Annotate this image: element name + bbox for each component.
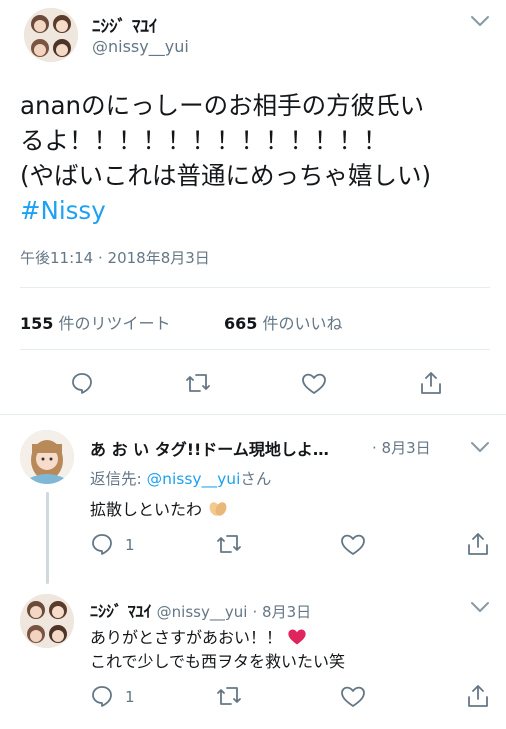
hashtag-link[interactable]: #Nissy bbox=[20, 193, 500, 228]
tweet-text-line: (やばいこれは普通にめっちゃ嬉しい) bbox=[20, 161, 432, 190]
tweet-text-line: るよ！！！！！！！！！！！！！ bbox=[20, 126, 388, 155]
share-icon[interactable] bbox=[466, 683, 490, 709]
like-icon[interactable] bbox=[340, 685, 366, 709]
reply-to-prefix: 返信先: bbox=[90, 470, 147, 488]
tweet-text: ananのにっしーのお相手の方彼氏い るよ！！！！！！！！！！！！！ (やばいこ… bbox=[20, 88, 500, 228]
divider bbox=[20, 287, 490, 288]
likes-stat[interactable]: 665 件のいいね bbox=[224, 310, 343, 334]
retweets-label: 件のリツイート bbox=[58, 314, 171, 333]
reply-icon[interactable] bbox=[90, 532, 114, 556]
retweet-icon[interactable] bbox=[184, 371, 212, 395]
reply-header: ﾆｼｼﾞ ﾏﾕｲ @nissy__yui · 8月3日 bbox=[90, 598, 311, 622]
reply-text-content: 拡散しといたわ bbox=[90, 500, 203, 519]
reply-icon[interactable] bbox=[90, 684, 114, 708]
thread-line bbox=[46, 492, 49, 584]
reply-date[interactable]: · 8月3日 bbox=[253, 603, 312, 621]
reply-date[interactable]: · 8月3日 bbox=[372, 437, 431, 458]
divider bbox=[0, 414, 506, 415]
like-icon[interactable] bbox=[301, 372, 327, 396]
divider bbox=[20, 349, 490, 350]
like-icon[interactable] bbox=[340, 533, 366, 557]
display-name[interactable]: あ お い タグ!!ドーム現地しよ… bbox=[90, 436, 329, 460]
retweets-count: 155 bbox=[20, 314, 54, 333]
chevron-down-icon[interactable] bbox=[470, 14, 490, 28]
reply-count: 1 bbox=[125, 688, 135, 706]
timestamp[interactable]: 午後11:14 · 2018年8月3日 bbox=[20, 247, 210, 268]
reply-text: 拡散しといたわ bbox=[90, 496, 229, 520]
praying-hands-icon bbox=[207, 500, 229, 518]
display-name[interactable]: ﾆｼｼﾞ ﾏﾕｲ bbox=[90, 602, 152, 621]
retweet-icon[interactable] bbox=[215, 532, 243, 556]
handle[interactable]: @nissy__yui bbox=[92, 37, 189, 56]
reply-to-suffix: さん bbox=[240, 470, 272, 488]
red-heart-icon bbox=[287, 628, 307, 646]
tweet-text-line: ananのにっしーのお相手の方彼氏い bbox=[20, 91, 425, 120]
reply-to-handle[interactable]: @nissy__yui bbox=[147, 470, 241, 488]
chevron-down-icon[interactable] bbox=[470, 440, 490, 454]
avatar[interactable] bbox=[24, 8, 78, 62]
reply-text-line: ありがとさすがあおい！！ bbox=[90, 628, 283, 647]
chevron-down-icon[interactable] bbox=[470, 600, 490, 614]
retweets-stat[interactable]: 155 件のリツイート bbox=[20, 310, 171, 334]
handle[interactable]: @nissy__yui bbox=[157, 603, 248, 621]
share-icon[interactable] bbox=[419, 370, 443, 396]
likes-label: 件のいいね bbox=[262, 314, 343, 333]
likes-count: 665 bbox=[224, 314, 258, 333]
reply-text: ありがとさすがあおい！！ これで少しでも西ヲタを救いたい笑 bbox=[90, 626, 345, 674]
retweet-icon[interactable] bbox=[215, 684, 243, 708]
avatar[interactable] bbox=[20, 430, 74, 484]
reply-count: 1 bbox=[125, 536, 135, 554]
share-icon[interactable] bbox=[466, 531, 490, 557]
reply-to-line: 返信先: @nissy__yuiさん bbox=[90, 467, 271, 489]
reply-text-line: これで少しでも西ヲタを救いたい笑 bbox=[90, 652, 346, 671]
reply-icon[interactable] bbox=[70, 371, 94, 395]
display-name[interactable]: ﾆｼｼﾞ ﾏﾕｲ bbox=[92, 12, 157, 37]
avatar[interactable] bbox=[20, 594, 74, 648]
